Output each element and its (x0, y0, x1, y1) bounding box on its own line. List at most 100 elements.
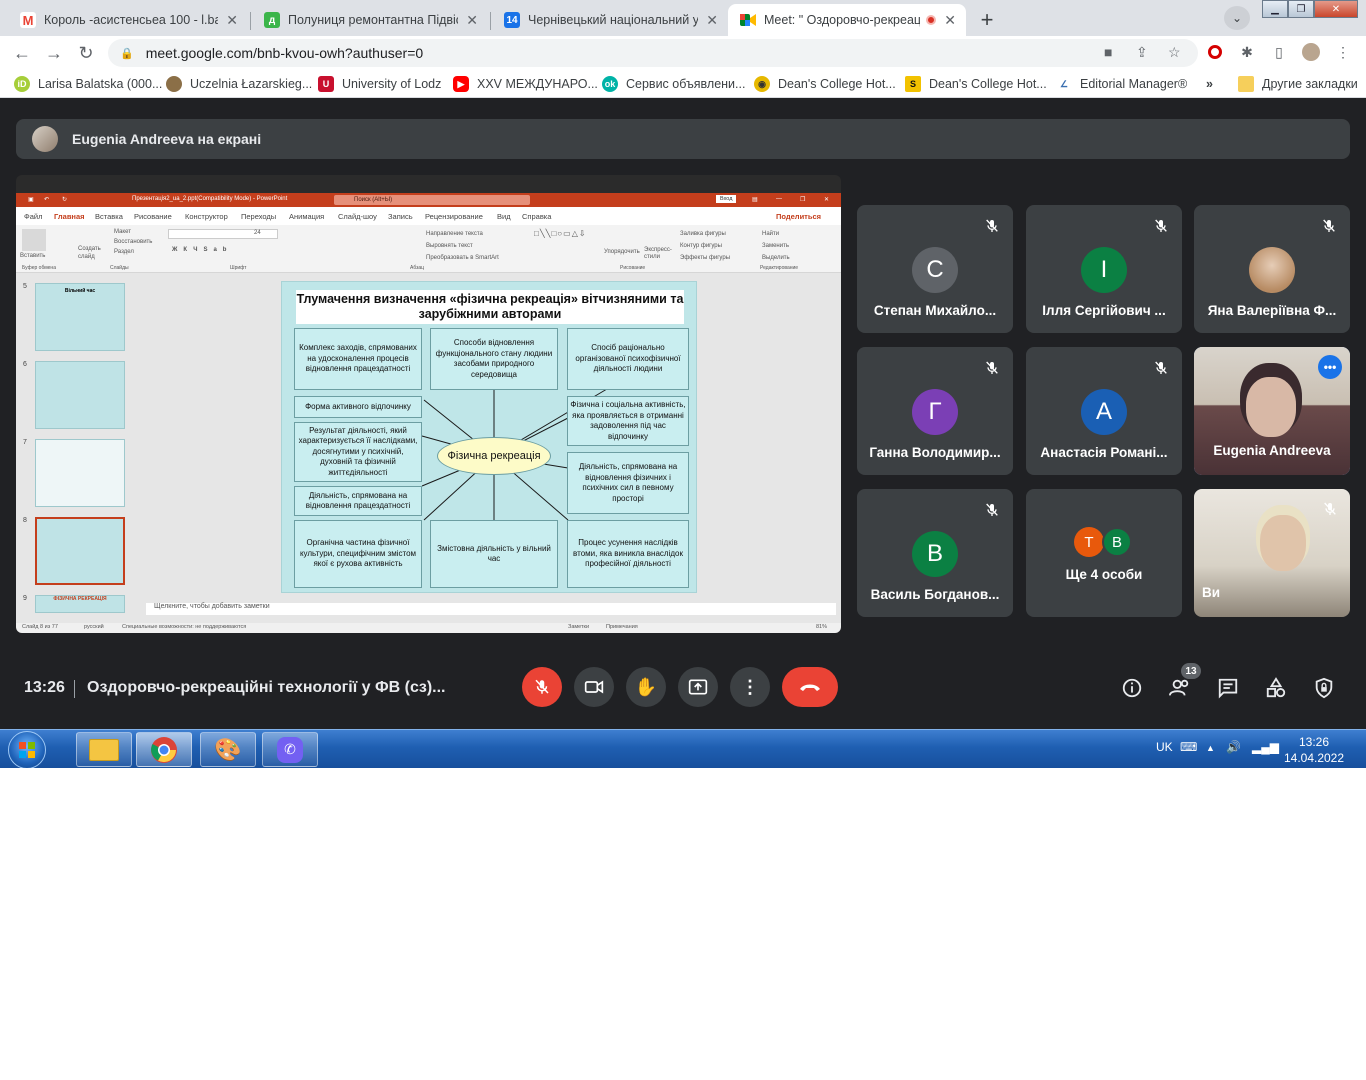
section-button[interactable]: Раздел (114, 249, 134, 255)
close-window-button[interactable]: ✕ (1314, 0, 1358, 18)
participant-tile[interactable]: Яна Валеріївна Ф... (1194, 205, 1350, 333)
side-panel-icon[interactable]: ▯ (1270, 43, 1288, 61)
font-size-select[interactable]: 24 (254, 230, 261, 236)
reset-button[interactable]: Восстановить (114, 239, 152, 245)
find-button[interactable]: Найти (762, 231, 779, 237)
participant-tile[interactable]: А Анастасія Романі... (1026, 347, 1182, 475)
save-icon[interactable]: ▣ (28, 196, 34, 203)
meeting-details-button[interactable] (1119, 675, 1145, 701)
redo-icon[interactable]: ↻ (62, 196, 67, 203)
tab-university[interactable]: 14 Чернівецький національний ун ✕ (492, 4, 728, 36)
current-slide[interactable]: Тлумачення визначення «фізична рекреація… (281, 281, 697, 593)
notes-toggle[interactable]: Заметки (568, 624, 589, 630)
close-tab-icon[interactable]: ✕ (944, 12, 956, 29)
language-indicator[interactable]: UK (1156, 740, 1173, 754)
replace-button[interactable]: Заменить (762, 243, 789, 249)
other-bookmarks[interactable]: Другие закладки (1238, 75, 1358, 93)
maximize-icon[interactable]: ❐ (800, 196, 805, 203)
powerpoint-share-button[interactable]: Поделиться (776, 212, 821, 221)
new-slide-button[interactable]: Создать слайд (78, 245, 106, 261)
leave-call-button[interactable] (782, 667, 838, 707)
system-clock[interactable]: 13:26 14.04.2022 (1280, 734, 1348, 766)
tab-strawberry[interactable]: д Полуниця ремонтантна Підвісн ✕ (252, 4, 488, 36)
minimize-icon[interactable]: — (776, 196, 782, 202)
slide-thumbnail-selected[interactable] (35, 517, 125, 585)
bookmark-item[interactable]: ∠ Editorial Manager® (1056, 75, 1187, 93)
profile-avatar[interactable] (1302, 43, 1320, 61)
ribbon-display-icon[interactable]: ▤ (752, 196, 758, 203)
participant-tile[interactable]: В Василь Богданов... (857, 489, 1013, 617)
tab-gmail[interactable]: M Король -асистенсьеа 100 - l.bal ✕ (8, 4, 248, 36)
start-button[interactable] (8, 731, 46, 768)
menu-slideshow[interactable]: Слайд-шоу (338, 212, 377, 221)
tab-search-button[interactable]: ⌄ (1224, 6, 1250, 30)
reload-icon[interactable]: ↻ (74, 41, 98, 65)
zoom-level[interactable]: 81% (816, 624, 827, 630)
menu-file[interactable]: Файл (24, 212, 42, 221)
slide-thumbnail[interactable] (35, 361, 125, 429)
present-button[interactable] (678, 667, 718, 707)
participant-tile[interactable]: Ви (1194, 489, 1350, 617)
slide-canvas[interactable]: Тлумачення визначення «фізична рекреація… (146, 273, 836, 603)
participant-tile[interactable]: Т В Ще 4 особи (1026, 489, 1182, 617)
viber-taskbar-button[interactable]: ✆ (262, 732, 318, 767)
bookmark-item[interactable]: U University of Lodz (318, 75, 441, 93)
menu-animation[interactable]: Анимация (289, 212, 324, 221)
quick-styles-button[interactable]: Экспресс-стили (644, 247, 674, 261)
maximize-button[interactable]: ❐ (1288, 0, 1314, 18)
notes-pane[interactable]: Щелкните, чтобы добавить заметки (146, 603, 836, 615)
slide-thumbnail[interactable]: ФІЗИЧНА РЕКРЕАЦІЯ (35, 595, 125, 613)
activities-button[interactable] (1263, 675, 1289, 701)
extensions-icon[interactable]: ✱ (1238, 43, 1256, 61)
signin-button[interactable]: Вход (716, 195, 737, 203)
align-text-button[interactable]: Выровнять текст (426, 243, 473, 249)
back-icon[interactable]: ← (10, 41, 34, 65)
arrange-button[interactable]: Упорядочить (604, 249, 640, 255)
new-tab-button[interactable]: + (973, 6, 1001, 34)
chat-button[interactable] (1215, 675, 1241, 701)
network-icon[interactable]: ▂▄▆ (1252, 740, 1279, 754)
close-tab-icon[interactable]: ✕ (466, 12, 478, 29)
bookmark-item[interactable]: ◉ Dean's College Hot... (754, 75, 896, 93)
address-bar[interactable]: 🔒 meet.google.com/bnb-kvou-owh?authuser=… (108, 39, 1198, 67)
shapes-gallery[interactable]: □╲╲□○▭△⇩ (534, 229, 587, 238)
select-button[interactable]: Выделить (762, 255, 790, 261)
bookmark-item[interactable]: ok Сервис объявлени... (602, 75, 745, 93)
volume-icon[interactable]: 🔊 (1226, 740, 1241, 754)
menu-design[interactable]: Конструктор (185, 212, 228, 221)
paint-taskbar-button[interactable]: 🎨 (200, 732, 256, 767)
bookmark-item[interactable]: ▶ XXV МЕЖДУНАРО... (453, 75, 598, 93)
more-options-icon[interactable]: ••• (1318, 355, 1342, 379)
menu-review[interactable]: Рецензирование (425, 212, 483, 221)
layout-button[interactable]: Макет (114, 229, 131, 235)
camera-icon[interactable]: ■ (1104, 44, 1112, 60)
font-format-icons[interactable]: ЖКЧSab (172, 247, 232, 253)
minimize-button[interactable]: ▁ (1262, 0, 1288, 18)
comments-toggle[interactable]: Примечания (606, 624, 638, 630)
slide-thumbnail[interactable]: Вільний час (35, 283, 125, 351)
accessibility-status[interactable]: Специальные возможности: не поддерживают… (122, 624, 246, 630)
mic-off-button[interactable] (522, 667, 562, 707)
forward-icon[interactable]: → (42, 41, 66, 65)
menu-icon[interactable]: ⋮ (1334, 43, 1352, 61)
menu-home[interactable]: Главная (54, 212, 85, 221)
close-tab-icon[interactable]: ✕ (706, 12, 718, 29)
participant-tile[interactable]: І Ілля Сергійович ... (1026, 205, 1182, 333)
host-controls-button[interactable] (1311, 675, 1337, 701)
smartart-button[interactable]: Преобразовать в SmartArt (426, 255, 499, 261)
menu-help[interactable]: Справка (522, 212, 551, 221)
bookmark-star-icon[interactable]: ☆ (1168, 44, 1181, 61)
menu-record[interactable]: Запись (388, 212, 413, 221)
menu-view[interactable]: Вид (497, 212, 511, 221)
show-hidden-icons[interactable]: ▲ (1206, 743, 1215, 753)
keyboard-icon[interactable]: ⌨ (1180, 740, 1197, 754)
text-direction-button[interactable]: Направление текста (426, 231, 483, 237)
bookmark-item[interactable]: Uczelnia Łazarskieg... (166, 75, 312, 93)
font-name-select[interactable] (168, 229, 278, 239)
shared-screen[interactable]: ▣ ↶ ↻ Презентація2_ua_2.ppt(Compatibilit… (16, 175, 841, 633)
participant-tile[interactable]: ••• Eugenia Andreeva (1194, 347, 1350, 475)
powerpoint-search[interactable]: Поиск (Alt+Ы) (334, 195, 530, 205)
paste-icon[interactable] (22, 229, 46, 251)
shape-fill-button[interactable]: Заливка фигуры (680, 231, 726, 237)
menu-insert[interactable]: Вставка (95, 212, 123, 221)
